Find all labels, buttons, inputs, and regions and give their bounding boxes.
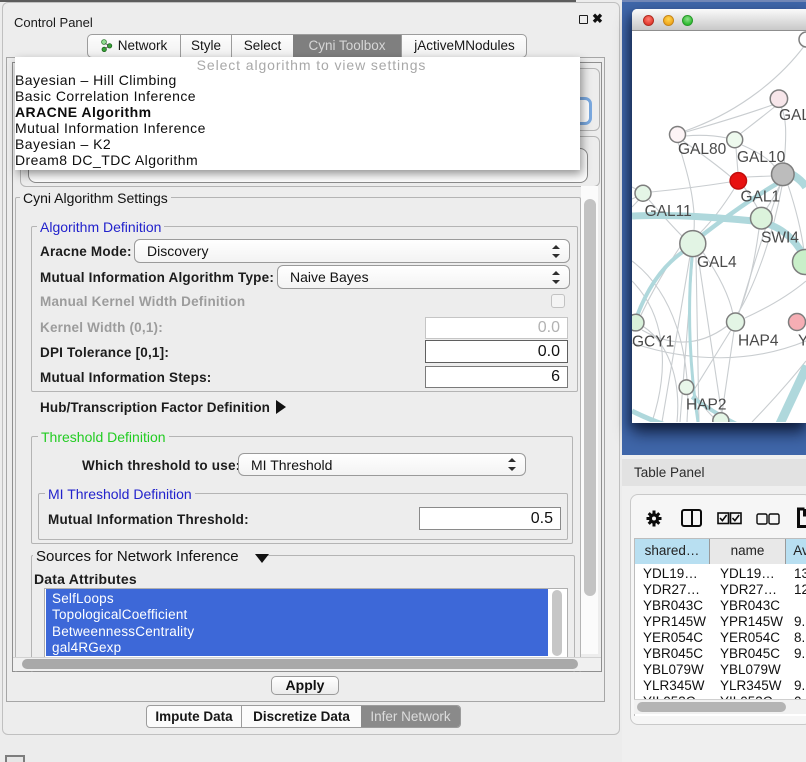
svg-text:YJ: YJ <box>798 333 806 350</box>
svg-text:HAP4: HAP4 <box>738 333 779 350</box>
svg-text:GAL10: GAL10 <box>737 149 786 166</box>
svg-text:GAL11: GAL11 <box>645 203 692 220</box>
svg-text:SWI4: SWI4 <box>761 230 799 247</box>
svg-text:GAL1: GAL1 <box>741 189 781 206</box>
svg-text:GAL80: GAL80 <box>678 141 727 158</box>
svg-text:GAL4: GAL4 <box>697 254 737 271</box>
svg-text:GCY1: GCY1 <box>632 334 674 351</box>
svg-text:HAP2: HAP2 <box>686 397 727 414</box>
svg-text:GAL7: GAL7 <box>779 107 806 124</box>
